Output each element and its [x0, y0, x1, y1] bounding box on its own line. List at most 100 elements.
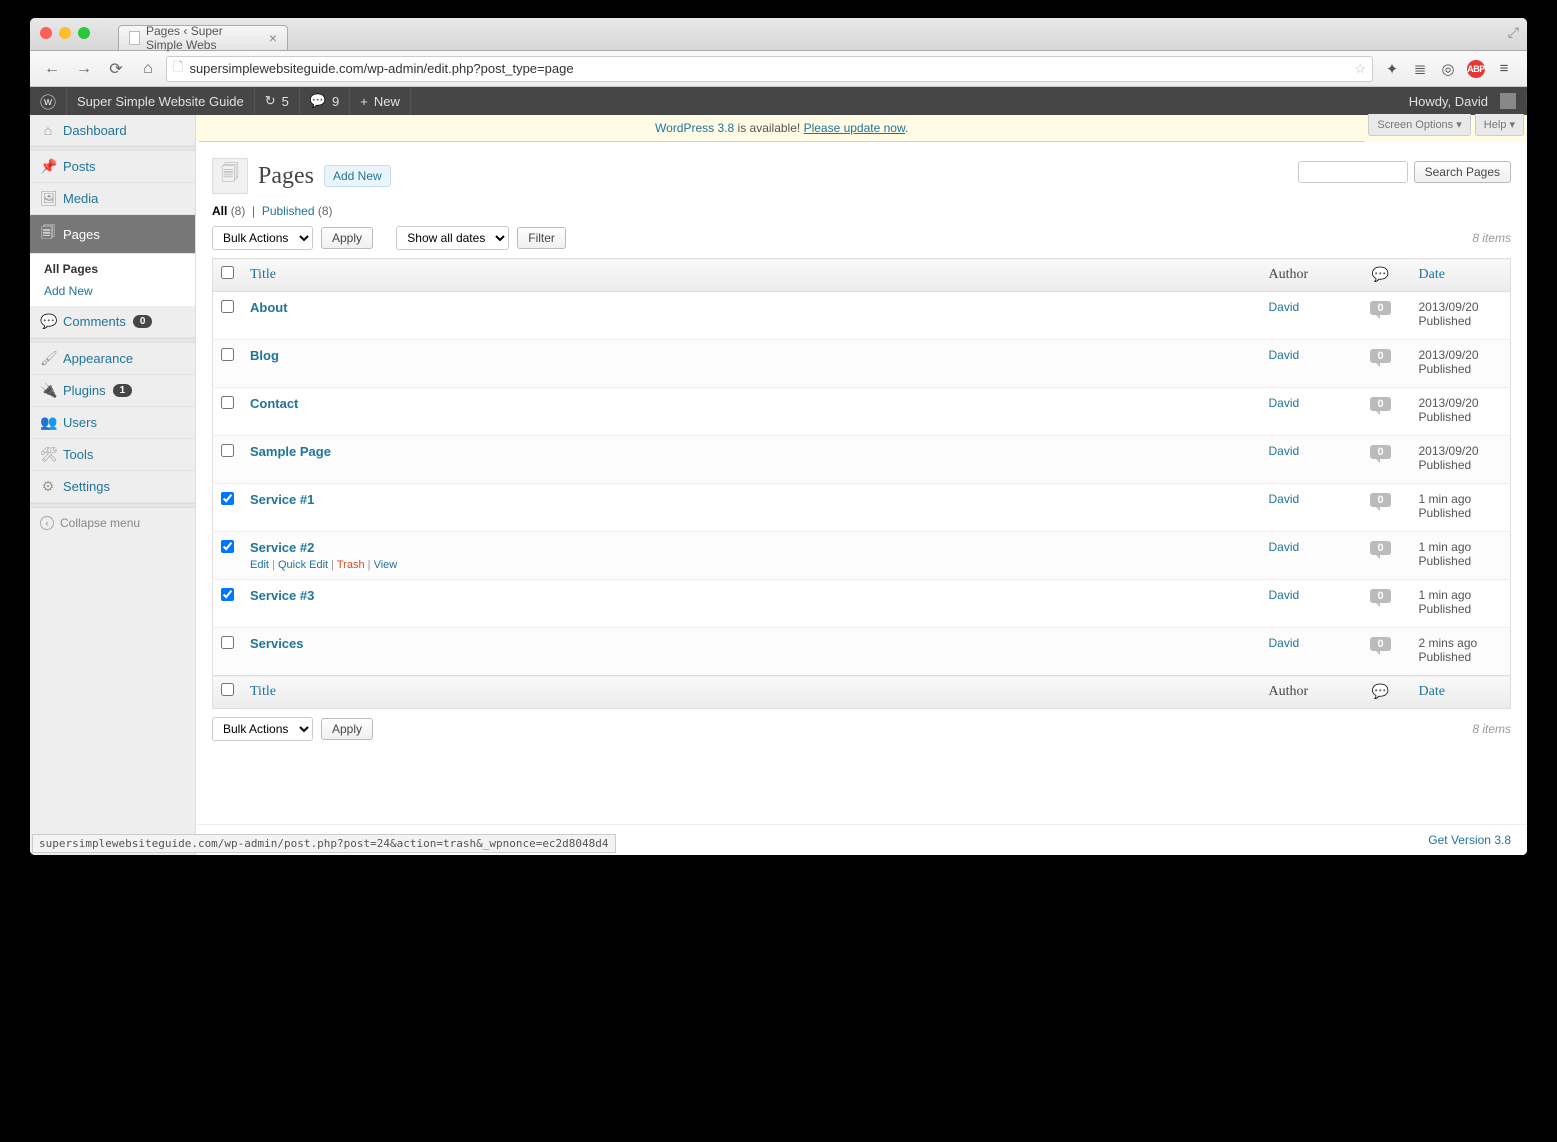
select-all-checkbox[interactable] [221, 266, 234, 279]
back-button[interactable]: ← [38, 56, 66, 82]
view-link[interactable]: View [374, 559, 398, 571]
filter-all[interactable]: All [212, 204, 227, 218]
menu-icon[interactable]: ≡ [1495, 60, 1513, 78]
row-checkbox[interactable] [221, 348, 234, 361]
edit-link[interactable]: Edit [250, 559, 269, 571]
browser-tab[interactable]: Pages ‹ Super Simple Webs × [118, 25, 288, 50]
page-title-link[interactable]: About [250, 300, 288, 315]
comment-count-bubble[interactable]: 0 [1370, 541, 1390, 555]
comment-count-bubble[interactable]: 0 [1370, 349, 1390, 363]
expand-icon[interactable]: ⤢ [1508, 24, 1519, 41]
trash-link[interactable]: Trash [337, 559, 365, 571]
col-comments-footer[interactable]: 💬 [1351, 676, 1411, 709]
menu-users[interactable]: 👥Users [30, 407, 195, 439]
page-title-link[interactable]: Services [250, 636, 304, 651]
row-checkbox[interactable] [221, 492, 234, 505]
date-filter-select[interactable]: Show all dates [396, 226, 509, 250]
forward-button[interactable]: → [70, 56, 98, 82]
author-link[interactable]: David [1269, 540, 1300, 554]
row-checkbox[interactable] [221, 300, 234, 313]
author-link[interactable]: David [1269, 492, 1300, 506]
author-link[interactable]: David [1269, 300, 1300, 314]
page-title-link[interactable]: Sample Page [250, 444, 331, 459]
apply-button[interactable]: Apply [321, 227, 373, 249]
row-checkbox[interactable] [221, 540, 234, 553]
submenu-all-pages[interactable]: All Pages [30, 258, 195, 280]
submenu-add-new[interactable]: Add New [30, 280, 195, 302]
page-title-link[interactable]: Service #2 [250, 540, 314, 555]
quick-edit-link[interactable]: Quick Edit [278, 559, 328, 571]
row-checkbox[interactable] [221, 636, 234, 649]
comment-count-bubble[interactable]: 0 [1370, 397, 1390, 411]
tablenav-top: Bulk Actions Apply Show all dates Filter… [212, 226, 1511, 250]
comment-count-bubble[interactable]: 0 [1370, 637, 1390, 651]
page-title-link[interactable]: Blog [250, 348, 279, 363]
author-link[interactable]: David [1269, 636, 1300, 650]
comment-count-bubble[interactable]: 0 [1370, 445, 1390, 459]
collapse-menu[interactable]: ‹Collapse menu [30, 508, 195, 538]
help-button[interactable]: Help ▾ [1475, 114, 1524, 136]
bulk-actions-select[interactable]: Bulk Actions [212, 226, 313, 250]
author-link[interactable]: David [1269, 588, 1300, 602]
menu-settings[interactable]: ⚙Settings [30, 471, 195, 503]
page-title-link[interactable]: Service #1 [250, 492, 314, 507]
new-content-menu[interactable]: +New [350, 87, 411, 115]
author-link[interactable]: David [1269, 444, 1300, 458]
home-button[interactable]: ⌂ [134, 56, 162, 82]
filter-button[interactable]: Filter [517, 227, 566, 249]
bookmark-icon[interactable]: ☆ [1354, 61, 1366, 77]
wp-version-link[interactable]: WordPress 3.8 [655, 121, 734, 135]
reload-button[interactable]: ⟳ [102, 56, 130, 82]
update-now-link[interactable]: Please update now [804, 121, 905, 135]
col-date-footer[interactable]: Date [1411, 676, 1511, 709]
row-checkbox[interactable] [221, 588, 234, 601]
buffer-icon[interactable]: ≣ [1411, 60, 1429, 78]
row-checkbox[interactable] [221, 396, 234, 409]
site-name-menu[interactable]: Super Simple Website Guide [67, 87, 255, 115]
comment-count-bubble[interactable]: 0 [1370, 589, 1390, 603]
zoom-window-icon[interactable] [78, 27, 90, 39]
close-window-icon[interactable] [40, 27, 52, 39]
bulk-actions-select-bottom[interactable]: Bulk Actions [212, 717, 313, 741]
col-comments[interactable]: 💬 [1351, 259, 1411, 292]
evernote-icon[interactable]: ✦ [1383, 60, 1401, 78]
account-menu[interactable]: Howdy, David [1399, 93, 1527, 109]
author-link[interactable]: David [1269, 396, 1300, 410]
row-checkbox[interactable] [221, 444, 234, 457]
generic-ext-icon[interactable]: ◎ [1439, 60, 1457, 78]
menu-posts[interactable]: 📌Posts [30, 151, 195, 183]
screen-options-button[interactable]: Screen Options ▾ [1368, 114, 1470, 136]
add-new-button[interactable]: Add New [324, 165, 391, 187]
author-link[interactable]: David [1269, 348, 1300, 362]
menu-pages[interactable]: 🗐Pages [30, 215, 195, 254]
get-version-link[interactable]: Get Version 3.8 [1428, 833, 1511, 847]
close-tab-icon[interactable]: × [269, 30, 277, 46]
wp-logo-menu[interactable]: ⓦ [30, 87, 67, 115]
col-author-footer[interactable]: Author [1261, 676, 1351, 709]
select-all-checkbox-footer[interactable] [221, 683, 234, 696]
search-pages-input[interactable] [1298, 161, 1408, 183]
menu-plugins[interactable]: 🔌Plugins1 [30, 375, 195, 407]
minimize-window-icon[interactable] [59, 27, 71, 39]
filter-published[interactable]: Published [262, 204, 315, 218]
adblock-icon[interactable]: ABP [1467, 60, 1485, 78]
menu-appearance[interactable]: 🖌Appearance [30, 343, 195, 375]
comments-menu[interactable]: 💬9 [300, 87, 350, 115]
url-bar[interactable]: 🗋 ☆ [166, 56, 1373, 82]
search-pages-button[interactable]: Search Pages [1414, 161, 1511, 183]
apply-button-bottom[interactable]: Apply [321, 718, 373, 740]
page-title-link[interactable]: Service #3 [250, 588, 314, 603]
col-date[interactable]: Date [1411, 259, 1511, 292]
updates-menu[interactable]: ↻5 [255, 87, 300, 115]
comment-count-bubble[interactable]: 0 [1370, 301, 1390, 315]
page-title-link[interactable]: Contact [250, 396, 298, 411]
menu-dashboard[interactable]: ⌂Dashboard [30, 115, 195, 146]
col-author[interactable]: Author [1261, 259, 1351, 292]
col-title-footer[interactable]: Title [242, 676, 1261, 709]
menu-tools[interactable]: 🛠Tools [30, 439, 195, 471]
menu-comments[interactable]: 💬Comments0 [30, 306, 195, 338]
col-title[interactable]: Title [242, 259, 1261, 292]
url-input[interactable] [189, 61, 1348, 76]
menu-media[interactable]: 🖼Media [30, 183, 195, 215]
comment-count-bubble[interactable]: 0 [1370, 493, 1390, 507]
